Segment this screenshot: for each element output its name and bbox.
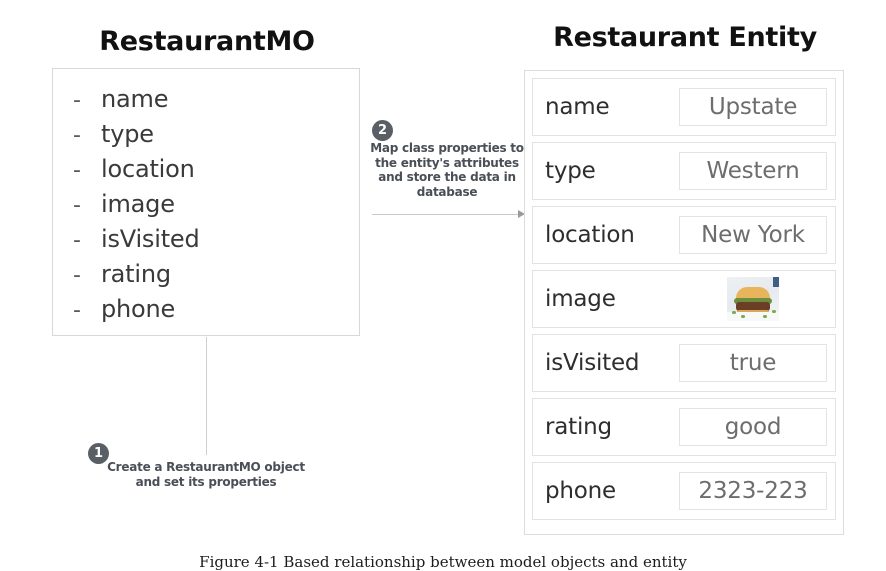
entity-attribute-value: New York — [679, 216, 827, 254]
entity-attribute-name: name — [545, 94, 610, 120]
entity-attribute-value: Western — [679, 152, 827, 190]
entity-title: Restaurant Entity — [553, 22, 817, 53]
entity-attribute-value: good — [679, 408, 827, 446]
bullet-dash-icon: - — [73, 193, 81, 218]
class-property-label: image — [101, 190, 175, 218]
bullet-dash-icon: - — [73, 228, 81, 253]
class-property-label: rating — [101, 260, 171, 288]
class-property-label: location — [101, 155, 195, 183]
class-title: RestaurantMO — [99, 26, 315, 57]
table-row: phone 2323-223 — [532, 462, 836, 520]
bullet-dash-icon: - — [73, 298, 81, 323]
class-property-label: name — [101, 85, 169, 113]
burger-photo-icon — [727, 277, 779, 321]
step-2-description: Map class properties to the entity's att… — [370, 141, 524, 199]
class-to-step1-connector — [206, 337, 207, 455]
entity-table: name Upstate type Western location New Y… — [524, 70, 844, 535]
entity-attribute-name: phone — [545, 478, 616, 504]
class-property-label: type — [101, 120, 154, 148]
class-property-label: isVisited — [101, 225, 200, 253]
entity-attribute-name: rating — [545, 414, 612, 440]
mapping-arrow-line — [372, 214, 520, 215]
entity-attribute-name: isVisited — [545, 350, 640, 376]
list-item: - type — [53, 120, 359, 155]
class-property-label: phone — [101, 295, 176, 323]
bullet-dash-icon: - — [73, 158, 81, 183]
bullet-dash-icon: - — [73, 88, 81, 113]
step-1-description: Create a RestaurantMO object and set its… — [107, 460, 305, 489]
bullet-dash-icon: - — [73, 123, 81, 148]
list-item: - isVisited — [53, 225, 359, 260]
list-item: - name — [53, 85, 359, 120]
step-badge-2: 2 — [372, 120, 393, 141]
list-item: - image — [53, 190, 359, 225]
table-row: type Western — [532, 142, 836, 200]
list-item: - phone — [53, 295, 359, 330]
table-row: location New York — [532, 206, 836, 264]
entity-attribute-name: location — [545, 222, 635, 248]
entity-attribute-value: Upstate — [679, 88, 827, 126]
figure-caption: Figure 4-1 Based relationship between mo… — [199, 553, 687, 571]
entity-attribute-value — [679, 277, 827, 321]
class-box: - name - type - location - image - isVis… — [52, 68, 360, 336]
list-item: - location — [53, 155, 359, 190]
table-row: name Upstate — [532, 78, 836, 136]
entity-attribute-name: image — [545, 286, 616, 312]
table-row: rating good — [532, 398, 836, 456]
table-row: isVisited true — [532, 334, 836, 392]
entity-attribute-value: true — [679, 344, 827, 382]
bullet-dash-icon: - — [73, 263, 81, 288]
entity-attribute-value: 2323-223 — [679, 472, 827, 510]
class-property-list: - name - type - location - image - isVis… — [53, 69, 359, 330]
table-row: image — [532, 270, 836, 328]
entity-attribute-name: type — [545, 158, 596, 184]
list-item: - rating — [53, 260, 359, 295]
